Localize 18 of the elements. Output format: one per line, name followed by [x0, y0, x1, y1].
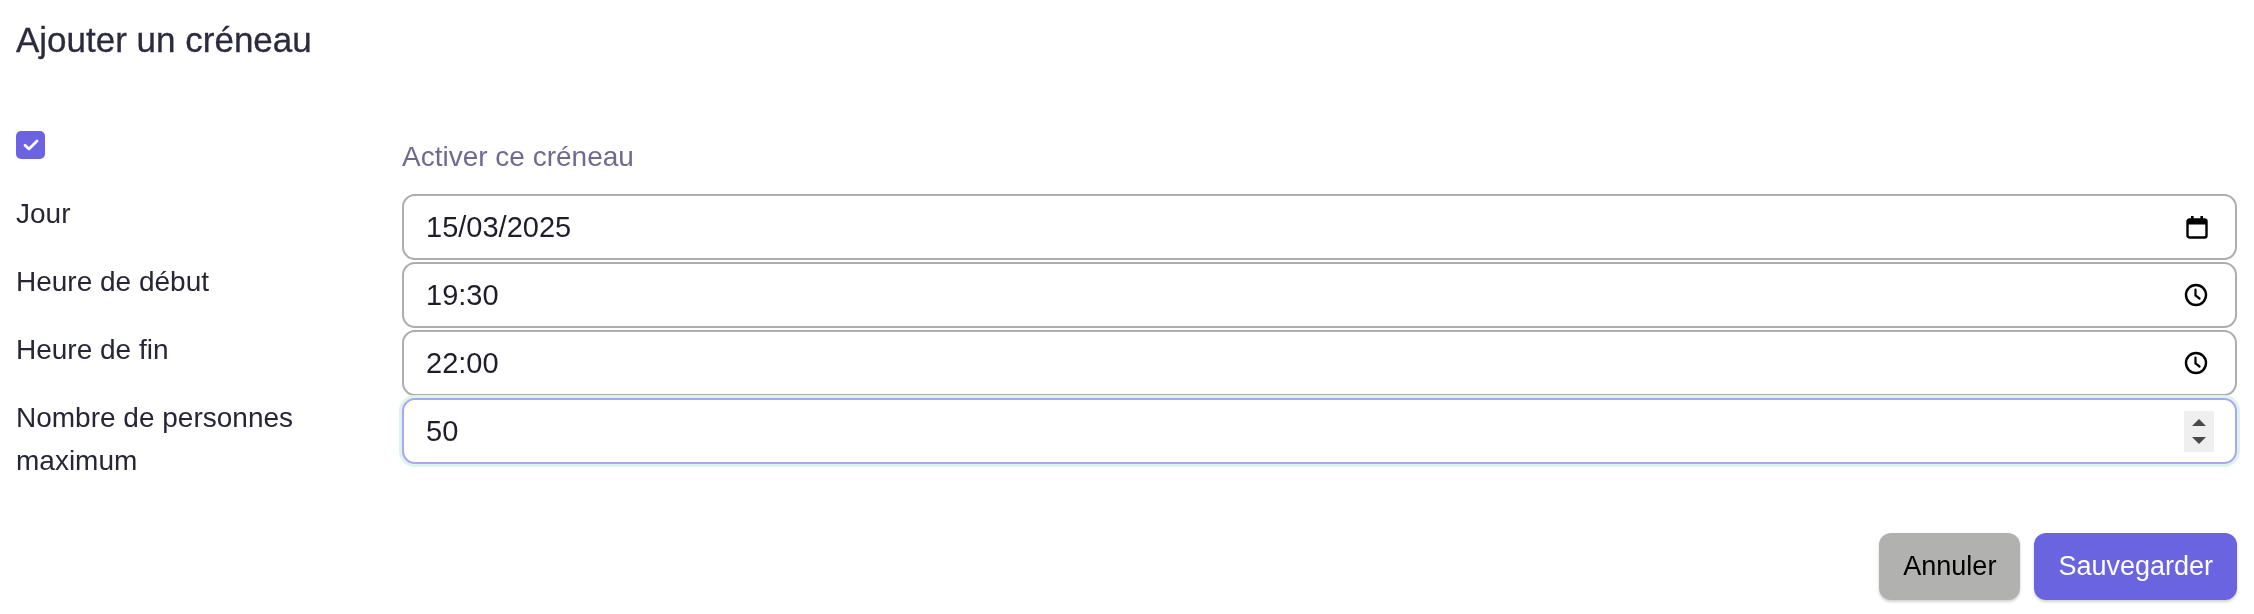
clock-icon[interactable]	[2184, 283, 2208, 307]
checkbox-label: Activer ce créneau	[402, 140, 634, 174]
cancel-button[interactable]: Annuler	[1879, 533, 2021, 600]
field-label: Nombre de personnes maximum	[16, 401, 295, 478]
checkbox[interactable]	[16, 131, 45, 159]
save-button[interactable]: Sauvegarder	[2034, 533, 2237, 600]
up-down-arrows-icon[interactable]	[2184, 410, 2214, 452]
calendar-icon[interactable]	[2186, 215, 2208, 239]
time-field[interactable]: 19:30	[402, 262, 2237, 328]
number-field[interactable]: 50	[402, 398, 2237, 464]
field-label: Jour	[16, 197, 71, 231]
date-field[interactable]: 15/03/2025	[402, 194, 2237, 260]
check-icon	[22, 139, 39, 151]
time-field[interactable]: 22:00	[402, 330, 2237, 396]
field-label: Heure de début	[16, 265, 210, 299]
clock-icon[interactable]	[2184, 351, 2208, 375]
field-label: Heure de fin	[16, 333, 169, 367]
dialog-title: Ajouter un créneau	[16, 19, 312, 61]
